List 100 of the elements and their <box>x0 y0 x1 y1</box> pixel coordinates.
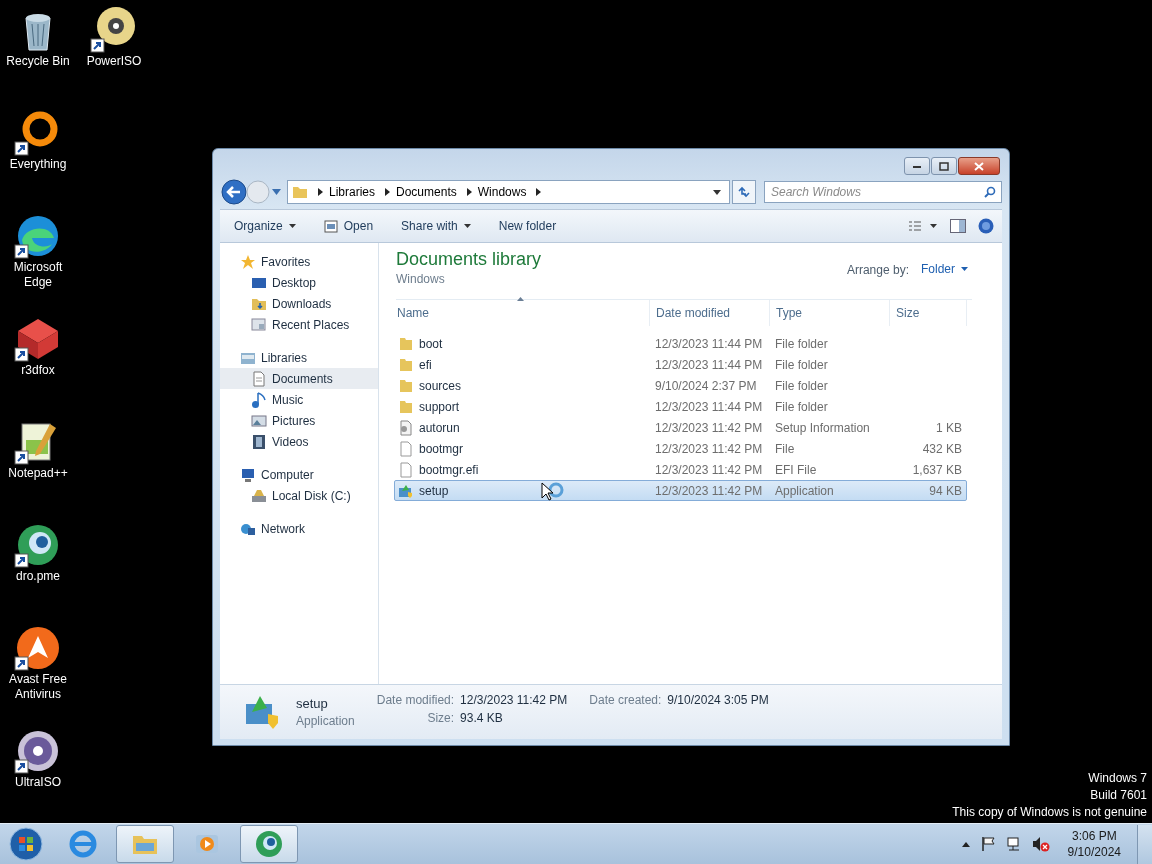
file-type-icon <box>398 461 414 478</box>
file-name: sources <box>419 378 462 393</box>
navigation-icon <box>251 391 267 408</box>
desktop-icon-label[interactable]: UltraISO <box>15 775 61 790</box>
column-header[interactable]: Date modified <box>650 300 770 326</box>
breadcrumb-item[interactable]: Documents <box>396 185 457 199</box>
desktop-icon-label[interactable]: Everything <box>9 157 67 172</box>
toolbar-button[interactable]: Organize <box>230 216 300 236</box>
size-cell: 1,637 KB <box>912 462 962 477</box>
chevron-icon[interactable] <box>318 188 323 196</box>
caret-icon <box>288 224 296 228</box>
toolbar-button[interactable]: Open <box>319 216 378 236</box>
date-cell-text: 12/3/2023 11:44 PM <box>654 357 764 372</box>
taskbar-app[interactable] <box>116 825 174 863</box>
desktop-icon-label[interactable]: Recycle Bin <box>6 54 70 69</box>
watermark-text: This copy of Windows is not genuine <box>952 804 1147 821</box>
help-icon[interactable] <box>978 218 994 234</box>
file-row[interactable]: sources 9/10/2024 2:37 PM File folder <box>394 375 967 396</box>
file-name: efi <box>419 357 432 372</box>
date-cell-text: 12/3/2023 11:42 PM <box>654 462 764 477</box>
column-header[interactable]: Size <box>890 300 967 326</box>
navigation-item[interactable]: Pictures <box>220 410 378 431</box>
type-cell-text: File folder <box>774 336 829 351</box>
file-type-icon <box>398 335 414 352</box>
file-row[interactable]: bootmgr.efi 12/3/2023 11:42 PM EFI File 1,637 KB <box>394 459 967 480</box>
start-button[interactable] <box>8 826 44 862</box>
minimize-icon <box>912 163 922 169</box>
type-cell-text: Application <box>774 483 835 498</box>
avast-icon[interactable] <box>14 624 62 672</box>
preview-pane-icon[interactable] <box>950 219 966 233</box>
file-type-icon <box>398 377 414 394</box>
size-cell: 94 KB <box>929 483 962 498</box>
search-icon[interactable] <box>984 186 996 198</box>
dropdown-icon[interactable] <box>713 189 721 195</box>
file-row[interactable]: support 12/3/2023 11:44 PM File folder <box>394 396 967 417</box>
file-row[interactable]: bootmgr 12/3/2023 11:42 PM File 432 KB <box>394 438 967 459</box>
disc-icon[interactable] <box>90 6 138 54</box>
date-cell-text: 12/3/2023 11:44 PM <box>654 336 764 351</box>
navigation-icon <box>240 466 256 483</box>
breadcrumb-item[interactable]: Libraries <box>329 185 376 199</box>
file-name: support <box>419 399 460 414</box>
history-dropdown-icon[interactable] <box>272 189 281 195</box>
breadcrumb-item[interactable]: Windows <box>477 185 527 199</box>
toolbar-button[interactable]: Share with <box>397 216 475 236</box>
chevron-icon[interactable] <box>466 188 472 196</box>
details-type: Application <box>296 714 355 728</box>
navigation-item[interactable]: Local Disk (C:) <box>220 485 378 506</box>
network-icon[interactable] <box>1005 836 1022 852</box>
chevron-icon[interactable] <box>385 188 391 196</box>
taskbar-app[interactable] <box>240 825 298 863</box>
navigation-item[interactable]: Libraries <box>220 347 378 368</box>
desktop-icon-label[interactable]: r3dfox <box>21 363 55 378</box>
address-bar[interactable]: Libraries Documents Windows <box>287 180 730 204</box>
navigation-item[interactable]: Videos <box>220 431 378 452</box>
details-label: Date created: <box>589 693 662 707</box>
chevron-icon[interactable] <box>536 188 542 196</box>
toolbar-button[interactable]: New folder <box>494 216 561 236</box>
view-options-icon[interactable] <box>908 220 938 232</box>
navigation-item[interactable]: Favorites <box>220 251 378 272</box>
navigation-item[interactable]: Desktop <box>220 272 378 293</box>
muted-volume-icon[interactable] <box>1031 836 1050 852</box>
show-hidden-icons-icon[interactable] <box>961 841 970 847</box>
close-button[interactable] <box>958 157 1000 175</box>
arrange-dropdown[interactable]: Folder <box>917 260 972 278</box>
search-field[interactable]: Search Windows <box>764 181 1002 203</box>
minimize-button[interactable] <box>904 157 930 175</box>
navigation-item[interactable]: Recent Places <box>220 314 378 335</box>
file-name: bootmgr.efi <box>419 462 479 477</box>
navigation-item[interactable]: Documents <box>220 368 378 389</box>
refresh-icon <box>737 185 751 199</box>
navigation-item[interactable]: Network <box>220 518 378 539</box>
details-value: 9/10/2024 3:05 PM <box>667 693 769 707</box>
navigation-icon <box>251 370 267 387</box>
file-row[interactable]: efi 12/3/2023 11:44 PM File folder <box>394 354 967 375</box>
back-button[interactable] <box>221 179 247 205</box>
desktop-icon-label[interactable]: Avast Free Antivirus <box>0 672 76 702</box>
ie-icon <box>68 829 98 859</box>
column-header[interactable]: Type <box>770 300 890 326</box>
clock-time[interactable]: 3:06 PM <box>1071 828 1117 844</box>
desktop-icon-label[interactable]: PowerISO <box>86 54 142 69</box>
desktop-icon-label[interactable]: Microsoft Edge <box>0 260 76 290</box>
navigation-icon <box>251 412 267 429</box>
close-icon <box>974 161 984 171</box>
navigation-item[interactable]: Music <box>220 389 378 410</box>
file-row[interactable]: autorun 12/3/2023 11:42 PM Setup Information 1 KB <box>394 417 967 438</box>
navigation-item[interactable]: Downloads <box>220 293 378 314</box>
file-row[interactable]: boot 12/3/2023 11:44 PM File folder <box>394 333 967 354</box>
watermark-text: Build 7601 <box>1090 787 1147 804</box>
refresh-button[interactable] <box>732 180 756 204</box>
open-icon <box>323 219 338 233</box>
date-cell-text: 12/3/2023 11:42 PM <box>654 483 764 498</box>
desktop-icon-label[interactable]: Notepad++ <box>8 466 68 481</box>
flag-icon[interactable] <box>979 836 996 852</box>
navigation-item[interactable]: Computer <box>220 464 378 485</box>
desktop-icon-label[interactable]: dro.pme <box>16 569 60 584</box>
clock-date[interactable]: 9/10/2024 <box>1067 844 1121 860</box>
type-cell-text: Setup Information <box>774 420 871 435</box>
maximize-button[interactable] <box>931 157 957 175</box>
file-row[interactable]: setup 12/3/2023 11:42 PM Application 94 KB <box>394 480 967 501</box>
watermark-text: Windows 7 <box>1088 770 1147 787</box>
